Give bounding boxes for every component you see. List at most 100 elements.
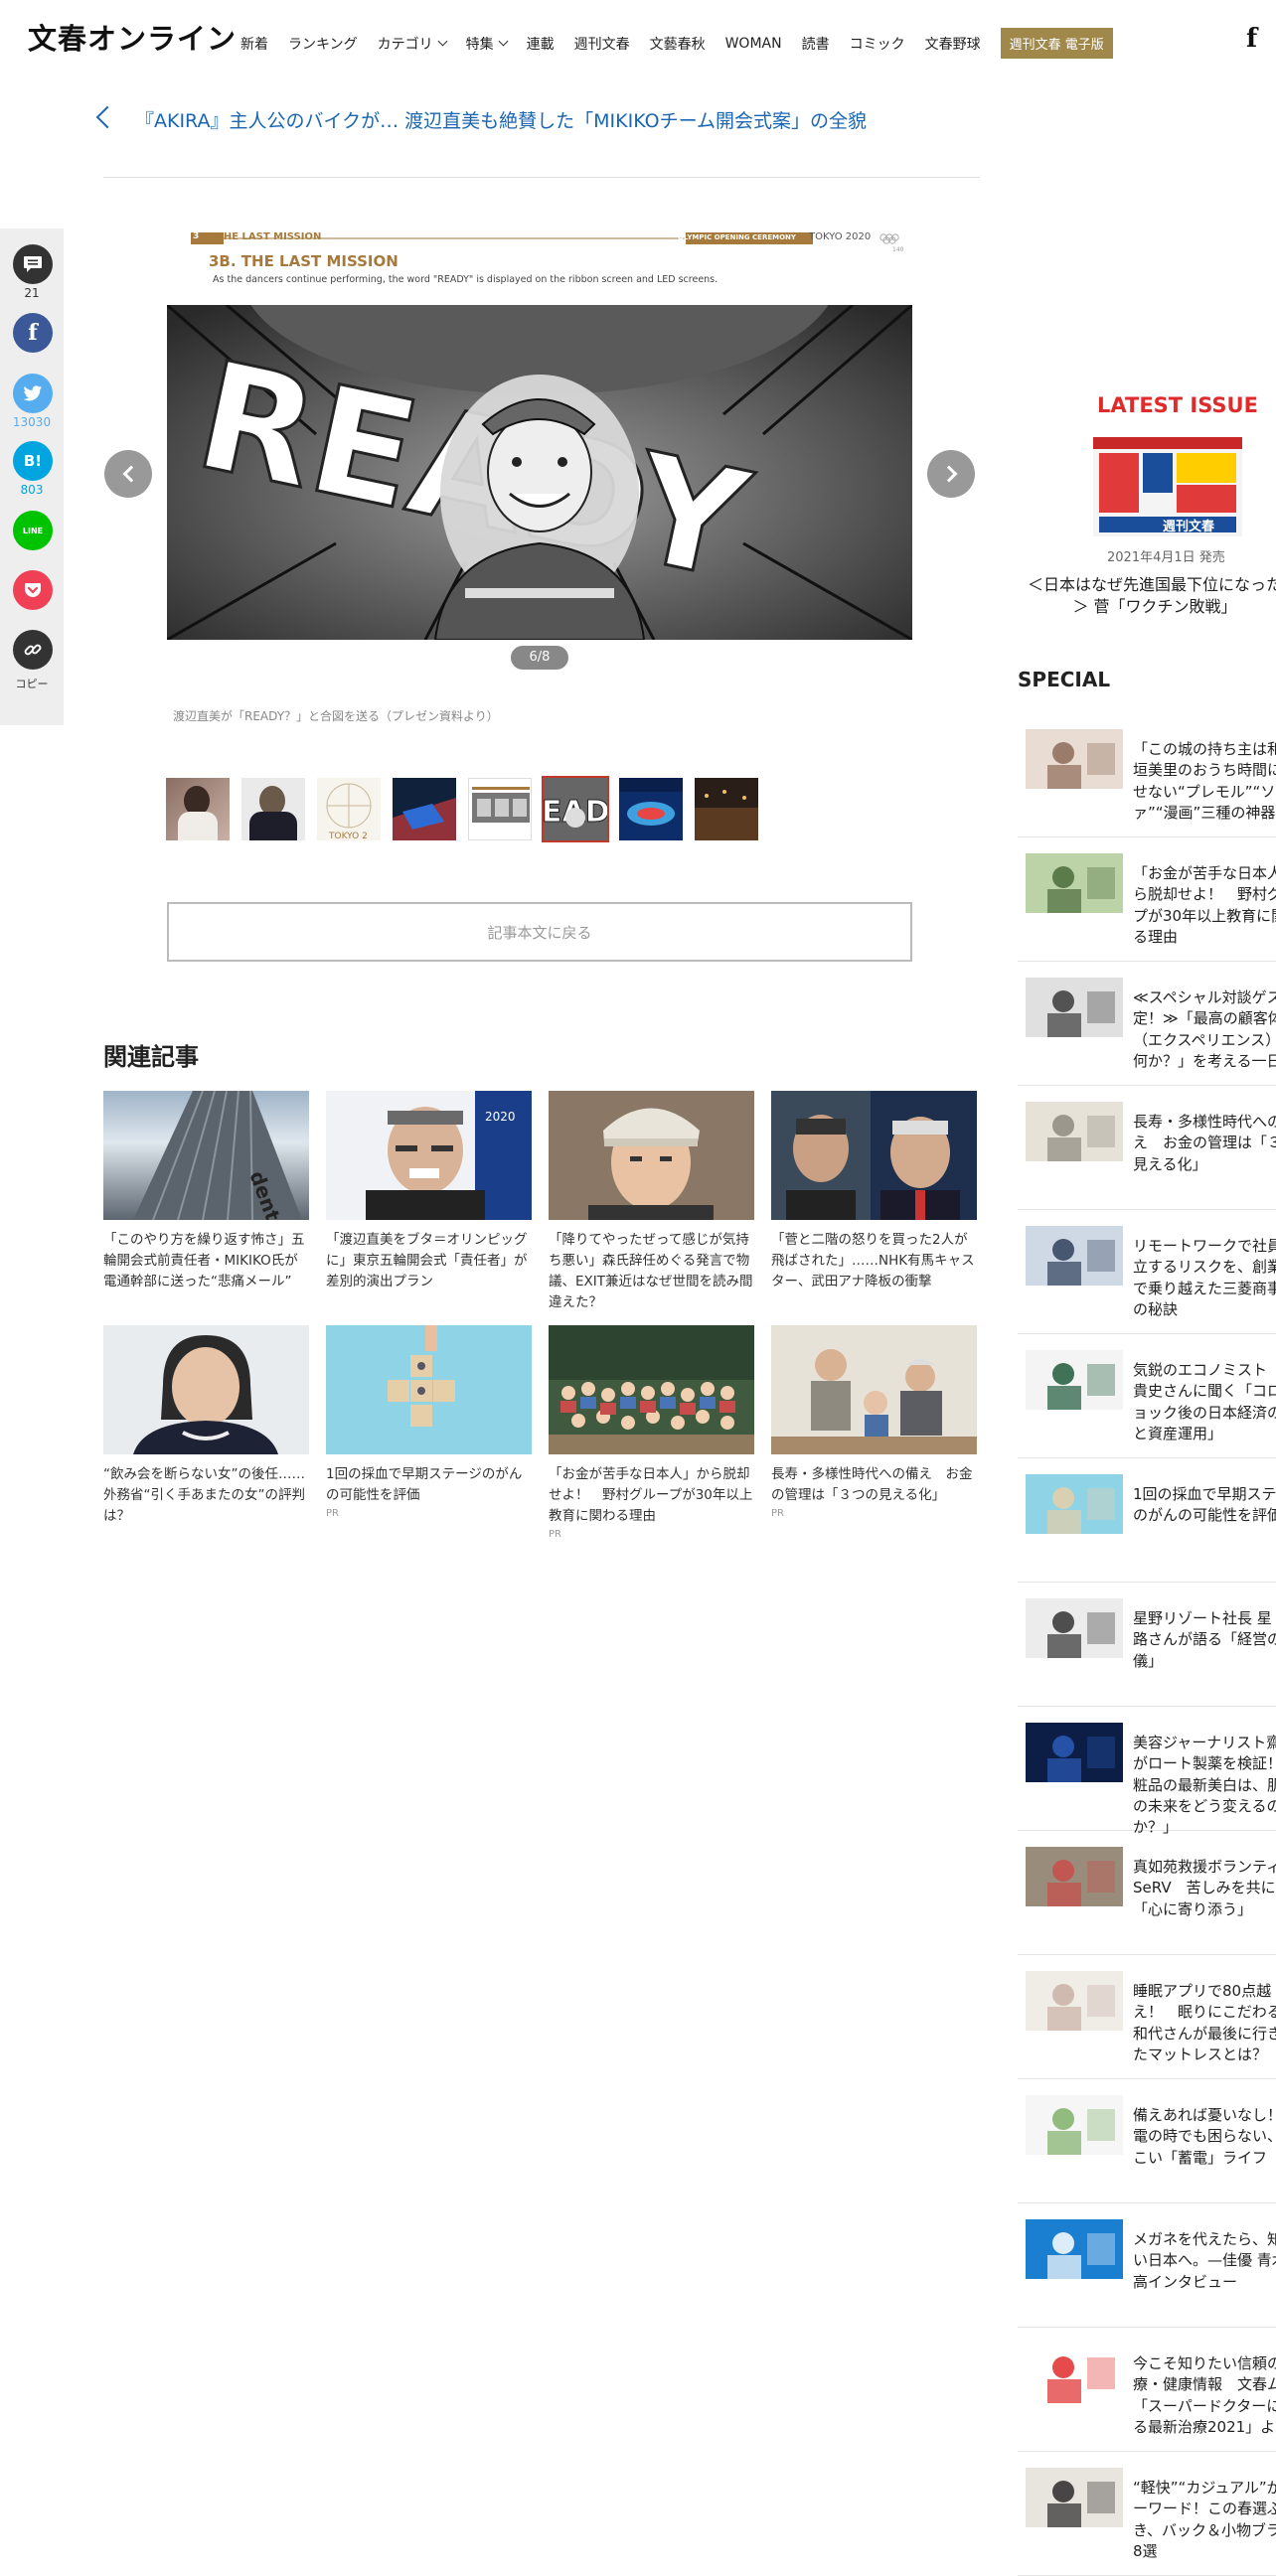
article-title: 「菅と二階の怒りを買った2人が飛ばされた」……NHK有馬キャスター、武田アナ降板…: [771, 1232, 975, 1289]
special-item-title: ≪スペシャル対談ゲス 定！≫「最高の顧客体 （エクスペリエンス） 何か？」を考え…: [1133, 988, 1276, 1070]
special-item-title: 長寿・多様性時代への え お金の管理は「３ 見える化」: [1133, 1113, 1276, 1173]
nav-item-6[interactable]: 文藝春秋: [650, 34, 706, 54]
related-articles-grid: dent 「このやり方を繰り返す怖さ」五輪開会式前責任者・MIKIKO氏が電通幹…: [103, 1091, 980, 1560]
hatena-count: 803: [20, 483, 44, 497]
related-article[interactable]: 「菅と二階の怒りを買った2人が飛ばされた」……NHK有馬キャスター、武田アナ降板…: [771, 1091, 977, 1325]
special-item[interactable]: 「お金が苦手な日本人 ら脱却せよ！ 野村グ プが30年以上教育に関 る理由: [1018, 837, 1276, 962]
special-item[interactable]: 「この城の持ち主は和 垣美里のおうち時間に せない“プレモル”“ソ ァ”“漫画”…: [1018, 713, 1276, 837]
digital-edition-button[interactable]: 週刊文春 電子版: [1000, 28, 1113, 59]
line-share-button[interactable]: LINE: [13, 511, 53, 550]
chevron-down-icon: [437, 36, 448, 47]
article-thumbnail: [771, 1325, 977, 1454]
slide-header-brand: TOKYO 2020: [809, 232, 872, 242]
svg-text:TOKYO 2: TOKYO 2: [328, 832, 368, 840]
related-article[interactable]: dent 「このやり方を繰り返す怖さ」五輪開会式前責任者・MIKIKO氏が電通幹…: [103, 1091, 309, 1325]
gallery-slide: 3 THE LAST MISSION OLYMPIC OPENING CEREM…: [167, 232, 912, 640]
related-article[interactable]: 「降りてやったぜって感じが気持ち悪い」森氏辞任めぐる発言で物議、EXIT兼近はな…: [549, 1091, 754, 1325]
special-thumbnail: [1026, 1971, 1123, 2031]
special-item-title: 真如苑救援ボランティ SeRV 苦しみを共に 「心に寄り添う」: [1133, 1858, 1276, 1918]
nav-item-label: 読書: [801, 36, 830, 53]
nav-item-0[interactable]: 新着: [240, 34, 268, 54]
comment-icon[interactable]: [13, 244, 53, 284]
nav-item-9[interactable]: コミック: [850, 34, 905, 54]
special-item[interactable]: 星野リゾート社長 星 路さんが語る「経営の 儀」: [1018, 1583, 1276, 1707]
nav-item-label: 週刊文春: [573, 36, 630, 53]
thumbnail[interactable]: [619, 778, 683, 840]
related-articles-title: 関連記事: [103, 1043, 199, 1071]
return-to-article-button[interactable]: 記事本文に戻る: [167, 902, 912, 962]
nav-item-label: 文藝春秋: [649, 36, 706, 53]
slide-header-label: THE LAST MISSION: [217, 232, 322, 242]
thumbnail[interactable]: [241, 778, 305, 840]
article-title: 「お金が苦手な日本人」から脱却せよ！ 野村グループが30年以上教育に関わる理由: [549, 1466, 753, 1524]
thumbnail[interactable]: [695, 778, 758, 840]
special-item[interactable]: 美容ジャーナリスト齋 がロート製薬を検証！ 粧品の最新美白は、肌 の未来をどう変…: [1018, 1707, 1276, 1836]
related-article[interactable]: 「お金が苦手な日本人」から脱却せよ！ 野村グループが30年以上教育に関わる理由 …: [549, 1325, 754, 1560]
slide-header-tag: OLYMPIC OPENING CEREMONY: [678, 233, 796, 241]
special-item[interactable]: 真如苑救援ボランティ SeRV 苦しみを共に 「心に寄り添う」: [1018, 1831, 1276, 1955]
nav-item-5[interactable]: 週刊文春: [574, 34, 630, 54]
facebook-icon[interactable]: f: [1246, 24, 1257, 54]
twitter-count: 13030: [12, 415, 52, 429]
nav-item-1[interactable]: ランキング: [288, 34, 358, 54]
next-slide-button[interactable]: [927, 450, 975, 498]
share-bar: 21 f 13030 B! 803 LINE コピー: [0, 228, 64, 725]
nav-item-7[interactable]: WOMAN: [725, 36, 782, 52]
chevron-down-icon: [498, 36, 509, 47]
special-item[interactable]: ≪スペシャル対談ゲス 定！≫「最高の顧客体 （エクスペリエンス） 何か？」を考え…: [1018, 962, 1276, 1086]
facebook-share-button[interactable]: f: [13, 313, 53, 353]
nav-item-4[interactable]: 連載: [527, 34, 555, 54]
special-item-title: メガネを代えたら、知 い日本へ。—佳優 青木 高インタビュー: [1133, 2230, 1276, 2291]
hatena-share-button[interactable]: B!: [13, 441, 53, 481]
special-item[interactable]: 長寿・多様性時代への え お金の管理は「３ 見える化」: [1018, 1086, 1276, 1210]
slide-heading: 3B. THE LAST MISSION: [209, 252, 399, 270]
special-section-title: SPECIAL: [1018, 668, 1111, 691]
special-thumbnail: [1026, 1474, 1123, 1534]
nav-item-10[interactable]: 文春野球: [925, 34, 981, 54]
article-title: 「このやり方を繰り返す怖さ」五輪開会式前責任者・MIKIKO氏が電通幹部に送った…: [103, 1232, 305, 1289]
twitter-share-button[interactable]: [13, 374, 53, 413]
special-thumbnail: [1026, 2344, 1123, 2403]
special-thumbnail: [1026, 1226, 1123, 1286]
thumbnail-active[interactable]: EAD: [542, 776, 609, 842]
nav-item-3[interactable]: 特集: [466, 34, 509, 54]
slide-subtext: As the dancers continue performing, the …: [213, 274, 718, 285]
article-thumbnail: [549, 1091, 754, 1220]
site-logo[interactable]: 文春オンライン: [28, 16, 237, 58]
related-article[interactable]: 2020 「渡辺直美をブタ＝オリンピッグに」東京五輪開会式「責任者」が差別的演出…: [326, 1091, 532, 1325]
related-article[interactable]: 長寿・多様性時代への備え お金の管理は「３つの見える化」 PR: [771, 1325, 977, 1560]
thumbnail[interactable]: [393, 778, 456, 840]
thumbnail[interactable]: [468, 778, 532, 840]
article-title: “飲み会を断らない女”の後任……外務省“引く手あまたの女”の評判は？: [103, 1466, 305, 1524]
special-item[interactable]: 気鋭のエコノミスト 貴史さんに聞く「コロ ョック後の日本経済の と資産運用」: [1018, 1334, 1276, 1458]
special-item-title: 「お金が苦手な日本人 ら脱却せよ！ 野村グ プが30年以上教育に関 る理由: [1133, 864, 1276, 946]
special-item[interactable]: 今こそ知りたい信頼の 療・健康情報 文春ム 「スーパードクターに る最新治療20…: [1018, 2328, 1276, 2452]
nav-item-label: カテゴリ: [377, 36, 433, 53]
special-item[interactable]: メガネを代えたら、知 い日本へ。—佳優 青木 高インタビュー: [1018, 2203, 1276, 2328]
thumbnail[interactable]: TOKYO 2: [317, 778, 381, 840]
related-article[interactable]: 1回の採血で早期ステージのがんの可能性を評価 PR: [326, 1325, 532, 1560]
pocket-share-button[interactable]: [13, 570, 53, 610]
prev-slide-button[interactable]: [104, 450, 152, 498]
slide-page-number: 140: [892, 246, 904, 253]
thumbnail[interactable]: [166, 778, 230, 840]
copy-link-button[interactable]: [13, 630, 53, 670]
gallery-title[interactable]: 『AKIRA』主人公のバイクが… 渡辺直美も絶賛した「MIKIKOチーム開会式案…: [135, 106, 867, 133]
special-item[interactable]: リモートワークで社員 立するリスクを、創業 で乗り越えた三菱商事 の秘訣: [1018, 1210, 1276, 1334]
issue-headline[interactable]: ＜日本はなぜ先進国最下位になった＞ 菅「ワクチン敗戦」: [1026, 574, 1276, 617]
pr-label: PR: [771, 1507, 784, 1519]
nav-item-2[interactable]: カテゴリ: [377, 34, 448, 54]
nav-item-8[interactable]: 読書: [802, 34, 830, 54]
related-article[interactable]: “飲み会を断らない女”の後任……外務省“引く手あまたの女”の評判は？: [103, 1325, 309, 1560]
special-item[interactable]: 備えあれば憂いなし！ 電の時でも困らない、 こい「蓄電」ライフ: [1018, 2079, 1276, 2203]
nav-item-label: 連載: [526, 36, 555, 53]
special-item[interactable]: “軽快”“カジュアル”が ーワード！この春選ぶ き、バック＆小物ブラ 8選: [1018, 2452, 1276, 2576]
special-item[interactable]: 睡眠アプリで80点越 え！ 眠りにこだわる 和代さんが最後に行き たマットレスと…: [1018, 1955, 1276, 2079]
special-item-title: リモートワークで社員 立するリスクを、創業 で乗り越えた三菱商事 の秘訣: [1133, 1237, 1276, 1318]
special-list: 「この城の持ち主は和 垣美里のおうち時間に せない“プレモル”“ソ ァ”“漫画”…: [1018, 713, 1276, 2576]
special-thumbnail: [1026, 853, 1123, 913]
back-arrow-icon[interactable]: [95, 105, 119, 129]
special-item[interactable]: 1回の採血で早期ステ のがんの可能性を評価: [1018, 1458, 1276, 1583]
article-thumbnail: [326, 1325, 532, 1454]
special-thumbnail: [1026, 1847, 1123, 1906]
